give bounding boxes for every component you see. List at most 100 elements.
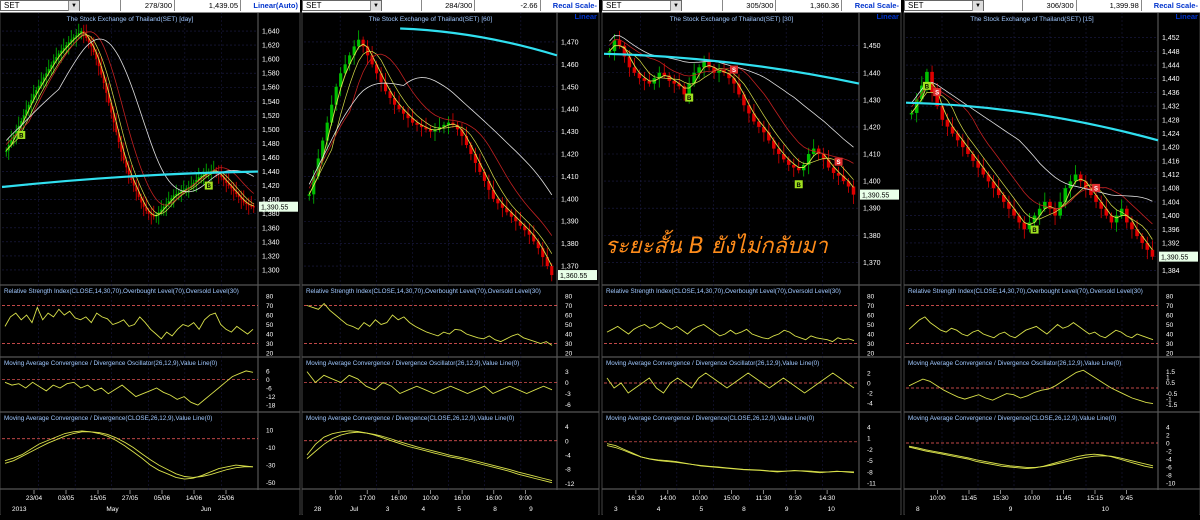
macd-tick-label: -6 [1166,465,1172,472]
candle-body [357,39,361,47]
chevron-down-icon[interactable]: ▼ [68,1,79,11]
time-label: 15:30 [992,495,1009,502]
oscillator-line [908,369,1154,405]
time-label: 11:45 [1056,495,1072,502]
macd-tick-label: -2 [1166,449,1172,456]
y-tick-label: 1,412 [1162,172,1180,179]
macd-title: Moving Average Convergence / Divergence(… [606,415,814,422]
time-label: 17:00 [359,495,376,502]
y-tick-label: 1,420 [1162,145,1180,152]
oscillator-line [4,370,254,406]
chevron-down-icon[interactable]: ▼ [972,1,983,11]
rsi-tick-label: 50 [867,322,875,329]
oscillator-tick-label: 3 [565,369,569,376]
period-label: 5 [457,506,461,513]
candle-body [1130,222,1134,230]
candle-body [707,61,711,68]
toolbar-scale[interactable]: Recal Scale-Linear [841,0,901,21]
panel-border [903,11,1200,516]
period-label: 10 [1102,506,1110,513]
last-price-label: 1,390.55 [261,205,288,212]
oscillator-tick-label: 0 [266,377,270,384]
rsi-tick-label: 80 [266,294,274,301]
macd-tick-label: -4 [565,453,571,460]
ma-fast-line [308,43,553,267]
rsi-tick-label: 20 [867,351,875,358]
y-tick-label: 1,380 [262,211,280,218]
macd-title: Moving Average Convergence / Divergence(… [4,415,212,422]
toolbar-scale[interactable]: Linear(Auto) [240,0,300,11]
rsi-tick-label: 70 [867,303,875,310]
y-tick-label: 1,370 [561,264,579,271]
y-tick-label: 1,396 [1162,227,1180,234]
oscillator-tick-label: 0 [867,381,871,388]
y-tick-label: 1,384 [1162,268,1180,275]
chart-title: The Stock Exchange of Thailand(SET) [30] [670,16,794,23]
chevron-down-icon[interactable]: ▼ [370,1,381,11]
y-tick-label: 1,440 [561,107,579,114]
y-tick-label: 1,440 [863,70,881,77]
rsi-title: Relative Strength Index(CLOSE,14,30,70),… [606,288,841,295]
symbol-select[interactable]: SET ▼ [904,0,984,11]
symbol-select[interactable]: SET ▼ [302,0,382,11]
toolbar-scale[interactable]: Recal Scale-Linear [1140,0,1200,21]
chevron-down-icon[interactable]: ▼ [670,1,681,11]
ma-fast-line [5,32,254,217]
oscillator-tick-label: 2 [867,371,871,378]
macd-tick-label: -5 [867,458,873,465]
signal-label: S [1094,186,1098,192]
y-tick-label: 1,450 [561,84,579,91]
y-tick-label: 1,600 [262,57,280,64]
period-label: Jun [201,506,212,513]
y-tick-label: 1,420 [561,152,579,159]
time-label: 9:00 [519,495,532,502]
candle-body [1114,215,1119,223]
chart-panel-3: 1,370 1,380 1,390 1,400 1,410 1,420 1,430 1,440… [601,11,902,516]
rsi-tick-label: 70 [565,303,573,310]
candle-body [252,206,255,208]
candle-body [607,51,612,53]
y-tick-label: 1,420 [863,124,881,131]
rsi-line [908,316,1154,341]
chart-panel-1: 1,3001,3201,3401,3601,3801,4001,4201,440… [0,11,301,516]
period-label: 5 [699,506,703,513]
oscillator-tick-label: 6 [266,368,270,375]
ma-mid-line [609,39,854,164]
candle-body [632,67,637,73]
rsi-tick-label: 60 [565,313,573,320]
symbol-select[interactable]: SET ▼ [0,0,80,11]
macd-tick-label: 4 [1166,425,1170,432]
time-label: 15/05 [90,495,107,502]
y-tick-label: 1,448 [1162,49,1180,56]
y-tick-label: 1,340 [262,239,280,246]
candle-body [307,194,311,196]
rsi-title: Relative Strength Index(CLOSE,14,30,70),… [908,288,1143,295]
candle-body [945,119,950,127]
symbol-select[interactable]: SET ▼ [602,0,682,11]
signal-label: S [732,68,736,74]
macd-tick-label: -30 [266,463,276,470]
macd-line [606,445,855,473]
time-label: 11:45 [961,495,977,502]
macd-tick-label: -10 [1166,481,1176,488]
time-label: 11:30 [755,495,771,502]
ma-mid-line [911,86,1153,225]
y-tick-label: 1,440 [1162,76,1180,83]
macd-tick-label: 10 [266,428,274,435]
panel-toolbar: SET ▼ 284/300 -2.66 Recal Scale-Linear [302,0,599,21]
rsi-tick-label: 30 [266,341,274,348]
toolbar-scale[interactable]: Recal Scale-Linear [539,0,599,21]
y-tick-label: 1,390 [863,206,881,213]
oscillator-tick-label: -4 [867,401,873,408]
ma-medium-line [308,50,553,254]
time-label: 14/06 [186,495,203,502]
period-label: Jul [350,506,359,513]
toolbar-count: 305/300 [721,0,776,11]
y-tick-label: 1,460 [561,62,579,69]
y-tick-label: 1,370 [863,260,881,267]
rsi-tick-label: 60 [1166,313,1174,320]
toolbar-count: 278/300 [120,0,174,11]
rsi-title: Relative Strength Index(CLOSE,14,30,70),… [4,288,239,295]
time-label: 15:15 [1087,495,1104,502]
period-label: 3 [614,506,618,513]
